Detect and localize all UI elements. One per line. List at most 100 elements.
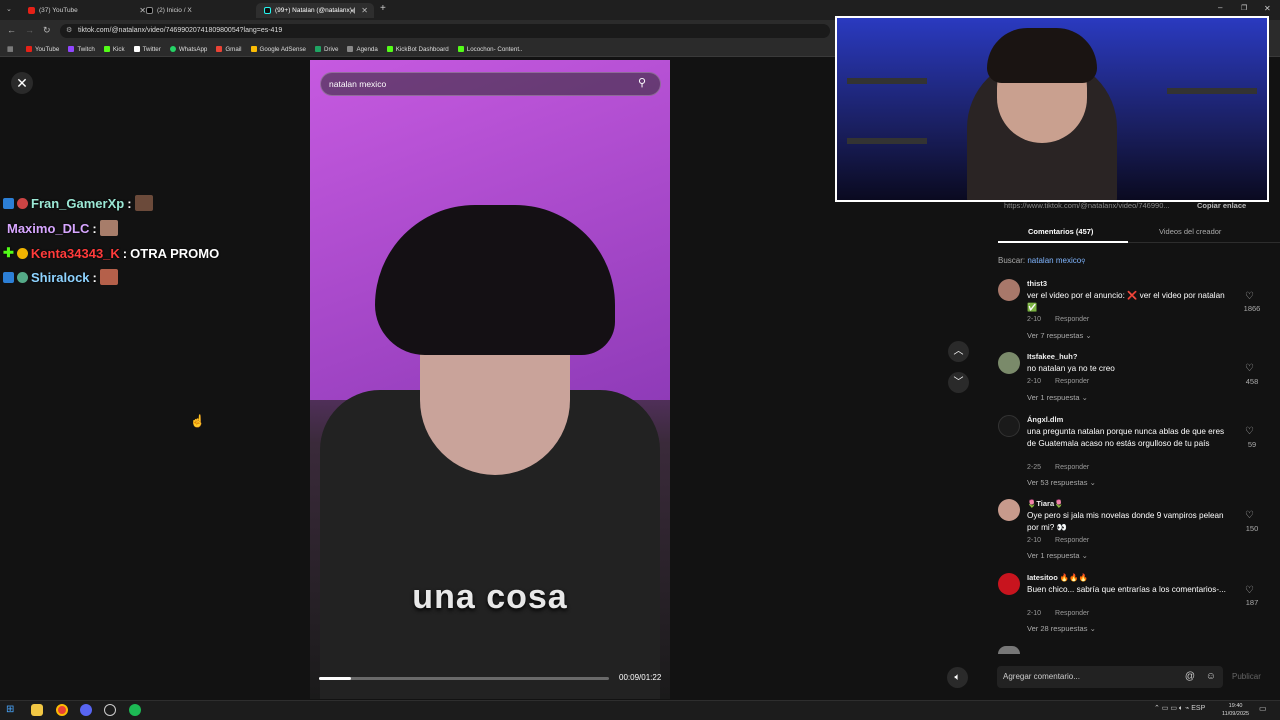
- back-icon[interactable]: ←: [7, 25, 16, 35]
- reply-button[interactable]: Responder: [1055, 464, 1089, 471]
- view-replies-button[interactable]: Ver 53 respuestas ⌄: [1027, 478, 1096, 487]
- bookmark-adsense[interactable]: Google AdSense: [250, 46, 306, 53]
- comment-text: ver el video por el anuncio: ❌ ver el vi…: [1027, 291, 1225, 312]
- avatar[interactable]: [998, 415, 1020, 437]
- chat-message: ✚ Kenta34343_K: OTRA PROMO: [3, 245, 219, 261]
- comment-date: 2-10: [1027, 316, 1042, 323]
- reply-button[interactable]: Responder: [1055, 537, 1089, 544]
- plus-badge-icon: ✚: [3, 245, 14, 260]
- comment-item: Itsfakee_huh? no natalan ya no te creo 2…: [998, 352, 1268, 407]
- view-replies-button[interactable]: Ver 28 respuestas ⌄: [1027, 624, 1096, 633]
- bookmark-drive[interactable]: Drive: [314, 46, 338, 53]
- view-replies-label: Ver 28 respuestas: [1027, 624, 1088, 633]
- reply-button[interactable]: Responder: [1055, 378, 1089, 385]
- comment-date: 2-10: [1027, 610, 1042, 617]
- notification-icon[interactable]: ▭: [1259, 704, 1267, 713]
- video-player[interactable]: una cosa: [310, 60, 670, 699]
- view-replies-button[interactable]: Ver 1 respuesta ⌄: [1027, 393, 1088, 402]
- reload-icon[interactable]: ↻: [43, 25, 51, 36]
- search-icon[interactable]: ⚲: [638, 76, 646, 89]
- bookmark-label: Kick: [112, 45, 125, 53]
- site-info-icon[interactable]: ⚙: [66, 24, 72, 38]
- chevron-down-icon: ⌄: [1089, 478, 1096, 487]
- reply-button[interactable]: Responder: [1055, 610, 1089, 617]
- emoji-icon[interactable]: ☺: [1206, 666, 1216, 688]
- close-icon[interactable]: ✕: [361, 6, 368, 15]
- close-video-button[interactable]: ✕: [11, 72, 33, 94]
- view-replies-button[interactable]: Ver 7 respuestas ⌄: [1027, 331, 1092, 340]
- bookmark-youtube[interactable]: YouTube: [26, 46, 59, 53]
- forward-icon[interactable]: →: [25, 25, 34, 35]
- clock-time: 19:40: [1228, 703, 1243, 709]
- avatar[interactable]: [998, 573, 1020, 595]
- bookmark-kick[interactable]: Kick: [103, 45, 125, 53]
- avatar[interactable]: [998, 499, 1020, 521]
- mention-icon[interactable]: @: [1185, 666, 1195, 688]
- discord-icon[interactable]: [80, 704, 92, 716]
- heart-icon[interactable]: ♡: [1245, 363, 1254, 374]
- publish-button[interactable]: Publicar: [1232, 672, 1261, 681]
- comment-date: 2-25: [1027, 464, 1042, 471]
- avatar[interactable]: [998, 352, 1020, 374]
- video-progress-bar[interactable]: [319, 677, 609, 680]
- file-explorer-icon[interactable]: [31, 704, 43, 716]
- avatar[interactable]: [998, 279, 1020, 301]
- bookmark-gmail[interactable]: Gmail: [216, 45, 242, 53]
- heart-icon[interactable]: ♡: [1245, 426, 1254, 437]
- view-replies-label: Ver 1 respuesta: [1027, 551, 1080, 560]
- system-tray[interactable]: ⌃ ▭ ▭ 🔈︎ ⌁ ESP: [1154, 704, 1205, 713]
- apps-grid-icon[interactable]: ▦: [7, 45, 14, 53]
- new-tab-icon[interactable]: +: [380, 3, 386, 14]
- twitch-icon: [68, 46, 75, 52]
- heart-icon[interactable]: ♡: [1245, 510, 1254, 521]
- webcam-overlay: [835, 16, 1269, 202]
- heart-icon[interactable]: ♡: [1245, 291, 1254, 302]
- video-link: https://www.tiktok.com/@natalanx/video/7…: [1004, 201, 1170, 210]
- bookmark-twitter[interactable]: Twitter: [133, 46, 161, 53]
- chat-message: Shiralock:: [3, 269, 118, 285]
- next-video-button[interactable]: ﹀: [948, 372, 969, 393]
- comment-username[interactable]: Itsfakee_huh?: [1027, 352, 1077, 361]
- badge-icon: [3, 271, 14, 283]
- tab-creator-videos[interactable]: Videos del creador: [1159, 227, 1221, 236]
- x-icon: [133, 46, 140, 52]
- search-term-link[interactable]: natalan mexico: [1027, 256, 1081, 265]
- comment-username[interactable]: Ángxl.dlm: [1027, 415, 1063, 424]
- chevron-up-icon: ︿: [953, 346, 964, 357]
- bookmark-whatsapp[interactable]: WhatsApp: [169, 46, 207, 53]
- windows-start-icon[interactable]: ⊞: [6, 704, 18, 716]
- heart-icon[interactable]: ♡: [1245, 585, 1254, 596]
- comment-username[interactable]: thist3: [1027, 279, 1047, 288]
- bookmark-label: Gmail: [225, 45, 242, 53]
- language-indicator[interactable]: ESP: [1191, 705, 1205, 712]
- maximize-icon[interactable]: ❐: [1241, 4, 1247, 12]
- copy-link-button[interactable]: Copiar enlace: [1197, 201, 1246, 210]
- tab-search-icon[interactable]: ⌄: [6, 5, 12, 13]
- url-field[interactable]: ⚙ tiktok.com/@natalanx/video/74699020741…: [60, 24, 830, 38]
- window-close-icon[interactable]: ✕: [1264, 4, 1271, 13]
- speaker-icon[interactable]: 🔈︎: [351, 6, 356, 16]
- chrome-icon[interactable]: [56, 704, 68, 716]
- like-count: 1866: [1243, 304, 1261, 313]
- bookmark-agenda[interactable]: Agenda: [347, 46, 378, 53]
- comment-username[interactable]: Iatesitoo 🔥🔥🔥: [1027, 573, 1088, 582]
- obs-icon[interactable]: [104, 704, 116, 716]
- chevron-down-icon: ﹀: [953, 377, 964, 388]
- volume-button[interactable]: 🔈︎: [947, 667, 968, 688]
- comment-username[interactable]: 🌷Tiara🌷: [1027, 499, 1063, 508]
- tab-tiktok[interactable]: (99+) Natalan (@natalanx) | 🔈︎ ✕: [256, 3, 374, 18]
- tab-x[interactable]: (2) Inicio / X ✕: [138, 3, 270, 18]
- system-clock[interactable]: 19:40 11/09/2025: [1222, 702, 1249, 718]
- spotify-icon[interactable]: [129, 704, 141, 716]
- bookmark-locochon[interactable]: Locochon- Content..: [457, 46, 522, 53]
- bookmark-kickbot[interactable]: KickBot Dashboard: [386, 46, 449, 53]
- search-input[interactable]: natalan mexico: [320, 72, 661, 96]
- bookmark-twitch[interactable]: Twitch: [68, 46, 95, 53]
- tab-comments[interactable]: Comentarios (457): [1028, 227, 1093, 236]
- tab-youtube[interactable]: (37) YouTube ✕: [20, 3, 152, 18]
- view-replies-button[interactable]: Ver 1 respuesta ⌄: [1027, 551, 1088, 560]
- comment-input[interactable]: Agregar comentario... @ ☺: [997, 666, 1223, 688]
- reply-button[interactable]: Responder: [1055, 316, 1089, 323]
- minimize-icon[interactable]: –: [1218, 3, 1222, 12]
- previous-video-button[interactable]: ︿: [948, 341, 969, 362]
